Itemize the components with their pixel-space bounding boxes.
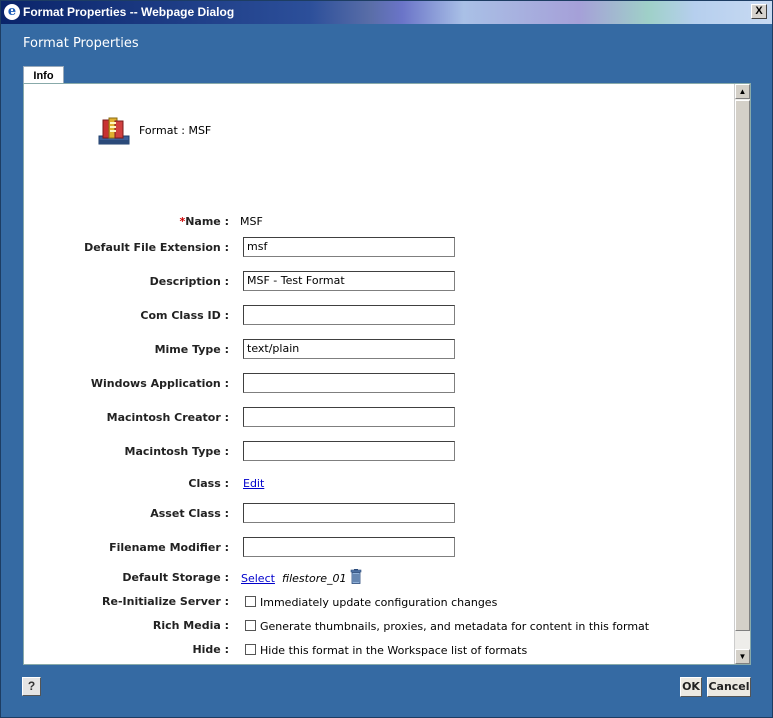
storage-select-link[interactable]: Select: [241, 572, 275, 585]
mac-type-input[interactable]: [243, 441, 455, 461]
rich-media-option[interactable]: Generate thumbnails, proxies, and metada…: [260, 620, 649, 633]
reinit-option[interactable]: Immediately update configuration changes: [260, 596, 497, 609]
title-bar[interactable]: e Format Properties -- Webpage Dialog X: [1, 1, 772, 24]
row-name: *Name : MSF: [24, 213, 724, 235]
dialog-heading: Format Properties: [23, 36, 139, 51]
windows-app-input[interactable]: [243, 373, 455, 393]
scroll-down-button[interactable]: ▼: [735, 649, 750, 664]
row-com-class-id: Com Class ID :: [24, 305, 724, 327]
row-windows-app: Windows Application :: [24, 373, 724, 395]
extension-label: Default File Extension :: [84, 241, 229, 254]
mac-creator-label: Macintosh Creator :: [106, 411, 229, 424]
hide-option[interactable]: Hide this format in the Workspace list o…: [260, 644, 527, 657]
trash-icon[interactable]: [350, 569, 362, 584]
description-label: Description :: [149, 275, 229, 288]
mac-creator-input[interactable]: [243, 407, 455, 427]
row-hide: Hide : Hide this format in the Workspace…: [24, 642, 724, 664]
dialog-window: e Format Properties -- Webpage Dialog X …: [0, 0, 773, 718]
row-asset-class: Asset Class :: [24, 503, 724, 525]
class-edit-link[interactable]: Edit: [243, 477, 264, 490]
name-label: *Name :: [179, 215, 229, 228]
row-mac-type: Macintosh Type :: [24, 441, 724, 463]
row-filename-modifier: Filename Modifier :: [24, 537, 724, 559]
class-label: Class :: [188, 477, 229, 490]
window-title: Format Properties -- Webpage Dialog: [23, 5, 235, 19]
row-description: Description : MSF - Test Format: [24, 271, 724, 293]
com-class-id-label: Com Class ID :: [140, 309, 229, 322]
extension-input[interactable]: msf: [243, 237, 455, 257]
format-stack-icon: [98, 117, 130, 145]
asset-class-input[interactable]: [243, 503, 455, 523]
row-rich-media: Rich Media : Generate thumbnails, proxie…: [24, 618, 724, 640]
default-storage-label: Default Storage :: [122, 571, 229, 584]
scroll-thumb[interactable]: [735, 100, 750, 631]
row-reinit: Re-Initialize Server : Immediately updat…: [24, 594, 724, 616]
row-default-storage: Default Storage : Select filestore_01: [24, 569, 724, 591]
ie-icon: e: [4, 4, 20, 20]
reinit-checkbox[interactable]: [245, 596, 256, 607]
mac-type-label: Macintosh Type :: [124, 445, 229, 458]
info-panel: Format : MSF *Name : MSF Default File Ex…: [23, 83, 751, 665]
mime-type-label: Mime Type :: [154, 343, 229, 356]
format-title: Format : MSF: [139, 124, 212, 137]
vertical-scrollbar[interactable]: ▲ ▼: [734, 84, 750, 664]
row-mime-type: Mime Type : text/plain: [24, 339, 724, 361]
hide-label: Hide :: [192, 643, 229, 656]
rich-media-label: Rich Media :: [152, 619, 229, 632]
filename-modifier-input[interactable]: [243, 537, 455, 557]
filename-modifier-label: Filename Modifier :: [109, 541, 229, 554]
hide-checkbox[interactable]: [245, 644, 256, 655]
storage-name: filestore_01: [282, 572, 347, 585]
scroll-up-button[interactable]: ▲: [735, 84, 750, 99]
row-mac-creator: Macintosh Creator :: [24, 407, 724, 429]
windows-app-label: Windows Application :: [90, 377, 229, 390]
row-class: Class : Edit: [24, 475, 724, 497]
description-input[interactable]: MSF - Test Format: [243, 271, 455, 291]
reinit-label: Re-Initialize Server :: [102, 595, 229, 608]
row-extension: Default File Extension : msf: [24, 237, 724, 259]
com-class-id-input[interactable]: [243, 305, 455, 325]
cancel-button[interactable]: Cancel: [707, 677, 751, 697]
mime-type-input[interactable]: text/plain: [243, 339, 455, 359]
ok-button[interactable]: OK: [680, 677, 702, 697]
rich-media-checkbox[interactable]: [245, 620, 256, 631]
close-button[interactable]: X: [751, 4, 767, 19]
help-button[interactable]: ?: [22, 677, 41, 696]
asset-class-label: Asset Class :: [150, 507, 229, 520]
name-value: MSF: [240, 215, 263, 228]
